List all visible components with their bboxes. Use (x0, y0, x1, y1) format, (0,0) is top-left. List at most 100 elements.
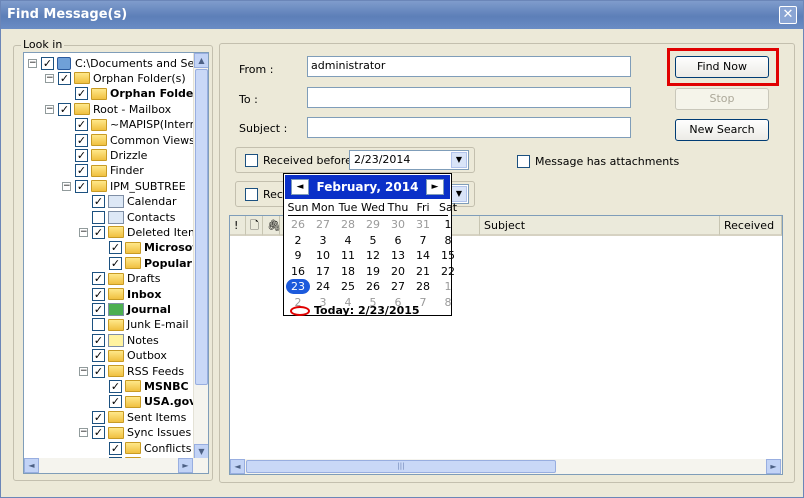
tree-item[interactable]: ✓ Sent Items (79, 409, 186, 425)
calendar-day[interactable]: 10 (311, 248, 335, 263)
tree-horizontal-scrollbar[interactable]: ◄ ► (24, 458, 208, 473)
tree-item[interactable]: ✓ Common Views (62, 132, 194, 148)
calendar-day[interactable]: 9 (286, 248, 310, 263)
tree-checkbox[interactable]: ✓ (75, 179, 88, 193)
calendar-day[interactable]: 7 (411, 233, 435, 248)
tree-checkbox[interactable]: ✓ (75, 164, 88, 178)
tree-item[interactable]: ✓ Microsof (96, 240, 194, 256)
chevron-down-icon[interactable]: ▼ (451, 186, 467, 202)
calendar-day[interactable]: 26 (361, 279, 385, 294)
calendar-day[interactable]: 5 (361, 233, 385, 248)
tree-expander-icon[interactable]: − (45, 104, 54, 114)
tree-item[interactable]: ✓ Drizzle (62, 147, 147, 163)
tree-expander-icon[interactable]: − (28, 58, 37, 68)
tree-checkbox[interactable]: ✓ (92, 410, 105, 424)
tree-checkbox[interactable]: ✓ (92, 195, 105, 209)
tree-expander-icon[interactable]: − (62, 181, 71, 191)
tree-checkbox[interactable]: ✓ (92, 225, 105, 239)
from-field[interactable]: administrator (307, 56, 631, 77)
calendar-day[interactable]: 16 (286, 264, 310, 279)
tree-checkbox[interactable]: ✓ (58, 102, 71, 116)
tree-checkbox[interactable]: ✓ (58, 71, 71, 85)
tree-checkbox[interactable] (92, 318, 105, 332)
calendar-day[interactable]: 25 (336, 279, 360, 294)
calendar-day[interactable]: 3 (311, 233, 335, 248)
tree-checkbox[interactable]: ✓ (75, 133, 88, 147)
scroll-left-icon[interactable]: ◄ (24, 458, 39, 473)
calendar-day[interactable]: 30 (386, 217, 410, 232)
stop-button[interactable]: Stop (675, 88, 769, 110)
tree-item[interactable]: ✓ Journal (79, 301, 171, 317)
calendar-day[interactable]: 29 (361, 217, 385, 232)
tree-item[interactable]: ✓ USA.gov (96, 394, 194, 410)
tree-item[interactable]: ✓ Drafts (79, 271, 160, 287)
new-search-button[interactable]: New Search (675, 119, 769, 141)
tree-checkbox[interactable]: ✓ (109, 395, 122, 409)
to-field[interactable] (307, 87, 631, 108)
attachments-checkbox[interactable] (517, 155, 530, 168)
calendar-day[interactable]: 23 (286, 279, 310, 294)
scroll-right-icon[interactable]: ► (178, 458, 193, 473)
scroll-down-icon[interactable]: ▼ (194, 444, 208, 459)
folder-tree[interactable]: − ✓ C:\Documents and Setti − ✓ Orphan Folder(… (23, 52, 209, 474)
tree-checkbox[interactable]: ✓ (75, 148, 88, 162)
calendar-day[interactable]: 2 (286, 233, 310, 248)
subject-column-header[interactable]: Subject (480, 216, 720, 236)
tree-item[interactable]: ✓ Calendar (79, 194, 176, 210)
calendar-day[interactable]: 15 (436, 248, 460, 263)
calendar-day[interactable]: 21 (411, 264, 435, 279)
tree-item[interactable]: − ✓ Sync Issues (79, 425, 191, 441)
tree-checkbox[interactable]: ✓ (109, 256, 122, 270)
calendar-day[interactable]: 28 (336, 217, 360, 232)
calendar-day[interactable]: 8 (436, 295, 460, 310)
tree-checkbox[interactable]: ✓ (75, 118, 88, 132)
find-now-button[interactable]: Find Now (675, 56, 769, 78)
tree-checkbox[interactable]: ✓ (109, 441, 122, 455)
results-horizontal-scrollbar[interactable]: ◄ ||| ► (230, 459, 782, 474)
close-icon[interactable]: ✕ (779, 6, 797, 24)
tree-item[interactable]: − ✓ Orphan Folder(s) (45, 70, 186, 86)
calendar-day[interactable]: 11 (336, 248, 360, 263)
calendar-day[interactable]: 14 (411, 248, 435, 263)
tree-item[interactable]: ✓ Notes (79, 332, 159, 348)
results-horizontal-thumb[interactable]: ||| (246, 460, 556, 473)
calendar-day[interactable]: 20 (386, 264, 410, 279)
attachment-column-header[interactable]: 🖇 (263, 216, 281, 236)
tree-checkbox[interactable]: ✓ (92, 287, 105, 301)
calendar-day[interactable]: 6 (386, 233, 410, 248)
tree-expander-icon[interactable]: − (79, 366, 88, 376)
tree-item[interactable]: ✓ Finder (62, 163, 144, 179)
importance-column-header[interactable]: ! (230, 216, 246, 236)
tree-checkbox[interactable]: ✓ (109, 379, 122, 393)
calendar-day[interactable]: 27 (311, 217, 335, 232)
tree-item[interactable]: ✓ Outbox (79, 348, 167, 364)
date-picker-popup[interactable]: ◄ February, 2014 ► Sun Mon Tue Wed Thu Fri Sat… (283, 173, 457, 317)
tree-vertical-thumb[interactable] (195, 69, 208, 385)
calendar-day[interactable]: 28 (411, 279, 435, 294)
tree-checkbox[interactable]: ✓ (75, 87, 88, 101)
scroll-left-icon[interactable]: ◄ (230, 459, 245, 474)
calendar-day[interactable]: 19 (361, 264, 385, 279)
tree-checkbox[interactable]: ✓ (109, 241, 122, 255)
calendar-day[interactable]: 12 (361, 248, 385, 263)
tree-expander-icon[interactable]: − (79, 428, 88, 438)
calendar-day[interactable]: 18 (336, 264, 360, 279)
calendar-day[interactable]: 31 (411, 217, 435, 232)
chevron-down-icon[interactable]: ▼ (451, 152, 467, 168)
scroll-up-icon[interactable]: ▲ (194, 53, 208, 68)
tree-item[interactable]: ✓ Inbox (79, 286, 161, 302)
tree-item[interactable]: ✓ Conflicts (96, 440, 191, 456)
tree-item[interactable]: − ✓ C:\Documents and Setti (28, 55, 194, 71)
tree-item[interactable]: − ✓ IPM_SUBTREE (62, 178, 186, 194)
calendar-day[interactable]: 1 (436, 217, 460, 232)
calendar-day[interactable]: 24 (311, 279, 335, 294)
tree-item[interactable]: − ✓ RSS Feeds (79, 363, 184, 379)
tree-checkbox[interactable] (92, 210, 105, 224)
calendar-day[interactable]: 1 (436, 279, 460, 294)
tree-checkbox[interactable]: ✓ (92, 302, 105, 316)
tree-checkbox[interactable]: ✓ (92, 272, 105, 286)
calendar-today[interactable]: Today: 2/23/2015 (290, 304, 420, 317)
calendar-day[interactable]: 17 (311, 264, 335, 279)
prev-month-icon[interactable]: ◄ (291, 179, 309, 195)
tree-item[interactable]: Contacts (79, 209, 176, 225)
